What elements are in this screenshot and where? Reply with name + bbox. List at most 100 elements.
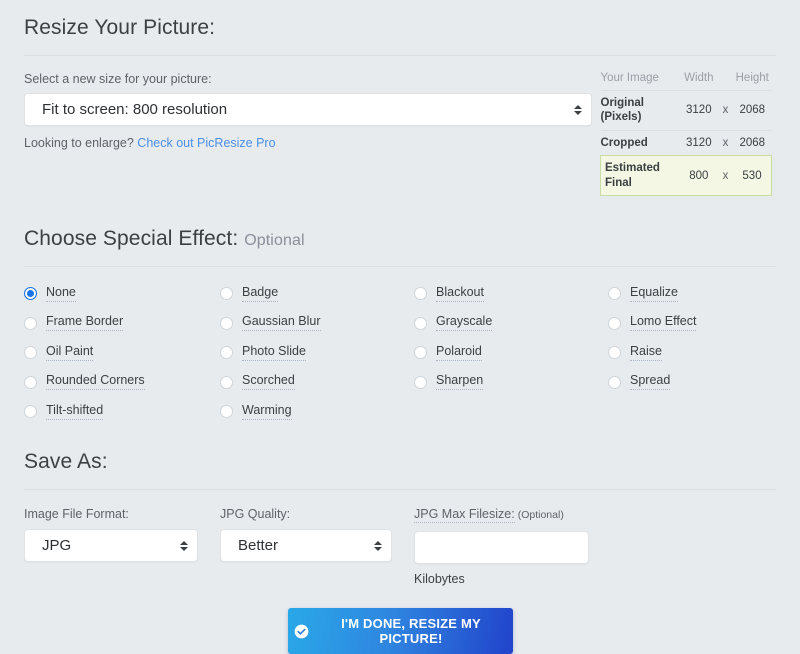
effect-option-polaroid[interactable]: Polaroid: [414, 338, 608, 368]
table-header-row: Your Image Width Height: [601, 72, 772, 91]
effect-option-photo-slide[interactable]: Photo Slide: [220, 338, 414, 368]
file-format-label: Image File Format:: [24, 507, 129, 522]
effect-option-lomo-effect[interactable]: Lomo Effect: [608, 308, 776, 338]
final-width: 800: [679, 155, 719, 196]
x-symbol: x: [718, 129, 733, 156]
size-select-value: Fit to screen: 800 resolution: [42, 101, 228, 118]
size-select[interactable]: Fit to screen: 800 resolution: [24, 93, 592, 126]
effect-option-label: Gaussian Blur: [242, 314, 321, 331]
submit-area: I'M DONE, RESIZE MY PICTURE!: [24, 608, 776, 654]
radio-icon[interactable]: [608, 316, 621, 330]
radio-icon[interactable]: [220, 287, 233, 301]
radio-icon[interactable]: [608, 375, 621, 389]
effect-option-label: None: [46, 285, 76, 302]
table-row-estimated-final: Estimated Final 800 x 530: [599, 155, 772, 196]
jpg-filesize-optional: (Optional): [517, 509, 564, 522]
effect-option-label: Spread: [630, 373, 671, 390]
original-height: 2068: [733, 90, 772, 131]
jpg-quality-select[interactable]: Better: [220, 529, 392, 563]
effect-option-warming[interactable]: Warming: [220, 397, 414, 427]
jpg-quality-label: JPG Quality:: [220, 507, 291, 522]
row-label-original: Original (Pixels): [600, 90, 680, 131]
effect-option-label: Scorched: [242, 373, 295, 390]
jpg-filesize-input[interactable]: [414, 531, 589, 565]
resize-controls: Select a new size for your picture: Fit …: [24, 72, 592, 150]
radio-icon[interactable]: [414, 287, 427, 301]
enlarge-text: Looking to enlarge?: [24, 136, 134, 150]
save-as-section: Save As: Image File Format: JPG JPG Qual…: [24, 450, 776, 586]
effect-option-label: Raise: [630, 344, 662, 361]
effect-option-none[interactable]: None: [24, 279, 220, 309]
effects-divider: [24, 265, 776, 267]
table-row: Cropped 3120 x 2068: [600, 129, 772, 156]
radio-icon[interactable]: [220, 346, 233, 360]
jpg-filesize-unit: Kilobytes: [414, 572, 465, 587]
radio-icon[interactable]: [24, 287, 37, 301]
effect-option-label: Rounded Corners: [46, 373, 145, 390]
effect-option-tilt-shifted[interactable]: Tilt-shifted: [24, 397, 220, 427]
radio-icon[interactable]: [414, 316, 427, 330]
effect-option-label: Oil Paint: [46, 344, 94, 361]
jpg-filesize-label-row: JPG Max Filesize: (Optional): [414, 505, 589, 531]
radio-icon[interactable]: [608, 287, 621, 301]
effect-option-oil-paint[interactable]: Oil Paint: [24, 338, 220, 368]
chevron-updown-icon: [573, 103, 582, 117]
row-label-estimated-final: Estimated Final: [599, 155, 680, 196]
radio-icon[interactable]: [24, 405, 37, 419]
effect-option-frame-border[interactable]: Frame Border: [24, 308, 220, 338]
effect-option-sharpen[interactable]: Sharpen: [414, 367, 608, 397]
effects-section: Choose Special Effect: Optional None Badg…: [24, 227, 776, 427]
save-as-heading: Save As:: [24, 450, 108, 474]
radio-icon[interactable]: [220, 405, 233, 419]
effect-option-label: Frame Border: [46, 314, 124, 331]
radio-icon[interactable]: [220, 316, 233, 330]
x-symbol: x: [718, 155, 733, 196]
effect-option-label: Tilt-shifted: [46, 403, 104, 420]
effect-option-label: Equalize: [630, 285, 678, 302]
effect-option-grayscale[interactable]: Grayscale: [414, 308, 608, 338]
effect-option-badge[interactable]: Badge: [220, 279, 414, 309]
radio-icon[interactable]: [414, 346, 427, 360]
chevron-updown-icon: [373, 539, 382, 553]
effect-option-label: Polaroid: [436, 344, 482, 361]
cropped-height: 2068: [733, 129, 772, 156]
image-info-table: Your Image Width Height Original (Pixels)…: [599, 72, 772, 196]
effect-option-raise[interactable]: Raise: [608, 338, 776, 368]
effect-option-scorched[interactable]: Scorched: [220, 367, 414, 397]
jpg-quality-group: JPG Quality: Better: [220, 505, 392, 586]
effect-option-blackout[interactable]: Blackout: [414, 279, 608, 309]
picresize-pro-link[interactable]: Check out PicResize Pro: [137, 136, 275, 150]
radio-icon[interactable]: [608, 346, 621, 360]
effect-option-label: Lomo Effect: [630, 314, 697, 331]
final-height: 530: [733, 155, 772, 196]
resize-submit-button[interactable]: I'M DONE, RESIZE MY PICTURE!: [287, 608, 513, 654]
effect-option-label: Badge: [242, 285, 279, 302]
effect-option-label: Grayscale: [436, 314, 493, 331]
original-width: 3120: [679, 90, 719, 131]
effect-option-label: Warming: [242, 403, 292, 420]
effect-option-label: Photo Slide: [242, 344, 306, 361]
effects-optional-label: Optional: [244, 231, 305, 249]
radio-icon[interactable]: [220, 375, 233, 389]
picresize-page: Resize Your Picture: Select a new size f…: [0, 0, 800, 654]
effects-heading: Choose Special Effect: Optional: [24, 227, 776, 251]
chevron-updown-icon: [179, 539, 188, 553]
radio-icon[interactable]: [24, 346, 37, 360]
jpg-filesize-group: JPG Max Filesize: (Optional) Kilobytes: [414, 505, 589, 586]
effect-option-label: Sharpen: [436, 373, 484, 390]
row-label-cropped: Cropped: [600, 129, 680, 156]
x-symbol: x: [718, 90, 733, 131]
effect-option-rounded-corners[interactable]: Rounded Corners: [24, 367, 220, 397]
table-row: Original (Pixels) 3120 x 2068: [600, 90, 772, 131]
effect-option-equalize[interactable]: Equalize: [608, 279, 776, 309]
resize-heading: Resize Your Picture:: [24, 16, 216, 39]
radio-icon[interactable]: [24, 375, 37, 389]
resize-section: Resize Your Picture: Select a new size f…: [24, 0, 776, 196]
effect-option-gaussian-blur[interactable]: Gaussian Blur: [220, 308, 414, 338]
radio-icon[interactable]: [24, 316, 37, 330]
radio-icon[interactable]: [414, 375, 427, 389]
effect-option-spread[interactable]: Spread: [608, 367, 776, 397]
cropped-width: 3120: [679, 129, 719, 156]
file-format-select[interactable]: JPG: [24, 529, 198, 563]
col-height: Height: [735, 72, 769, 84]
